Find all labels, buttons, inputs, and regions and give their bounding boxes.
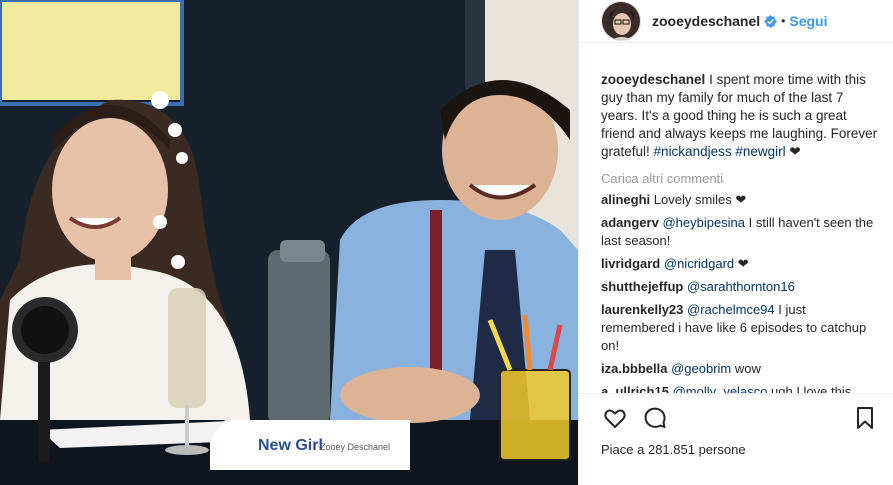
load-more-comments-button[interactable]: Carica altri commenti xyxy=(601,171,881,186)
comment-text: Lovely smiles ❤ xyxy=(653,192,747,207)
bookmark-icon xyxy=(857,407,873,429)
comment-username[interactable]: livridgard xyxy=(601,256,660,271)
comment-username[interactable]: a_ullrich15 xyxy=(601,384,669,393)
comment-icon xyxy=(644,407,666,428)
comment-item: livridgard @nicridgard ❤ xyxy=(601,255,881,273)
comment-item: laurenkelly23 @rachelmce94 I just rememb… xyxy=(601,301,881,355)
comment-mention[interactable]: @geobrim xyxy=(671,361,731,376)
comment-username[interactable]: iza.bbbella xyxy=(601,361,667,376)
caption-emoji: ❤ xyxy=(789,144,801,159)
comment-item: shutthejeffup @sarahthornton16 xyxy=(601,278,881,296)
comments-section[interactable]: zooeydeschanel I spent more time with th… xyxy=(579,43,893,393)
photo-illustration: New Girl Zooey Deschanel xyxy=(0,0,578,485)
avatar-image xyxy=(602,2,640,40)
comment-mention[interactable]: @rachelmce94 xyxy=(687,302,775,317)
post-sidebar: zooeydeschanel • Segui zooeydeschanel I … xyxy=(578,0,893,485)
action-icons xyxy=(601,404,879,432)
comment-text: ❤ xyxy=(737,256,749,271)
like-button[interactable] xyxy=(601,404,629,432)
comment-mention[interactable]: @sarahthornton16 xyxy=(687,279,795,294)
comment-item: adangerv @heybipesina I still haven't se… xyxy=(601,214,881,250)
comment-mention[interactable]: @heybipesina xyxy=(662,215,745,230)
comment-mention[interactable]: @nicridgard xyxy=(664,256,734,271)
caption-username[interactable]: zooeydeschanel xyxy=(601,72,705,87)
instagram-post: New Girl Zooey Deschanel zooeydeschanel xyxy=(0,0,893,485)
verified-badge-icon xyxy=(764,14,778,28)
name-card-title: New Girl xyxy=(258,437,323,454)
heart-icon xyxy=(604,409,626,428)
comment-button[interactable] xyxy=(641,404,669,432)
comment-text: ugh I love this xyxy=(771,384,852,393)
post-actions: Piace a 281.851 persone xyxy=(579,393,893,485)
likes-count[interactable]: Piace a 281.851 persone xyxy=(601,442,879,457)
follow-button[interactable]: Segui xyxy=(789,13,827,29)
name-card-subtitle: Zooey Deschanel xyxy=(320,442,390,452)
comment-username[interactable]: alineghi xyxy=(601,192,650,207)
comment-item: iza.bbbella @geobrim wow xyxy=(601,360,881,378)
comment-item: a_ullrich15 @molly_velasco ugh I love th… xyxy=(601,383,881,393)
avatar[interactable] xyxy=(601,1,641,41)
comment-username[interactable]: shutthejeffup xyxy=(601,279,683,294)
comment-text: wow xyxy=(734,361,761,376)
hashtag-link[interactable]: #nickandjess xyxy=(654,144,732,159)
post-header: zooeydeschanel • Segui xyxy=(579,0,893,43)
comment-username[interactable]: adangerv xyxy=(601,215,659,230)
hashtag-link[interactable]: #newgirl xyxy=(735,144,785,159)
post-caption: zooeydeschanel I spent more time with th… xyxy=(601,71,881,161)
header-username[interactable]: zooeydeschanel xyxy=(652,13,760,29)
save-button[interactable] xyxy=(851,404,879,432)
comment-mention[interactable]: @molly_velasco xyxy=(673,384,768,393)
comment-item: alineghi Lovely smiles ❤ xyxy=(601,191,881,209)
comment-username[interactable]: laurenkelly23 xyxy=(601,302,683,317)
header-separator: • xyxy=(781,14,786,28)
post-photo[interactable]: New Girl Zooey Deschanel xyxy=(0,0,578,485)
